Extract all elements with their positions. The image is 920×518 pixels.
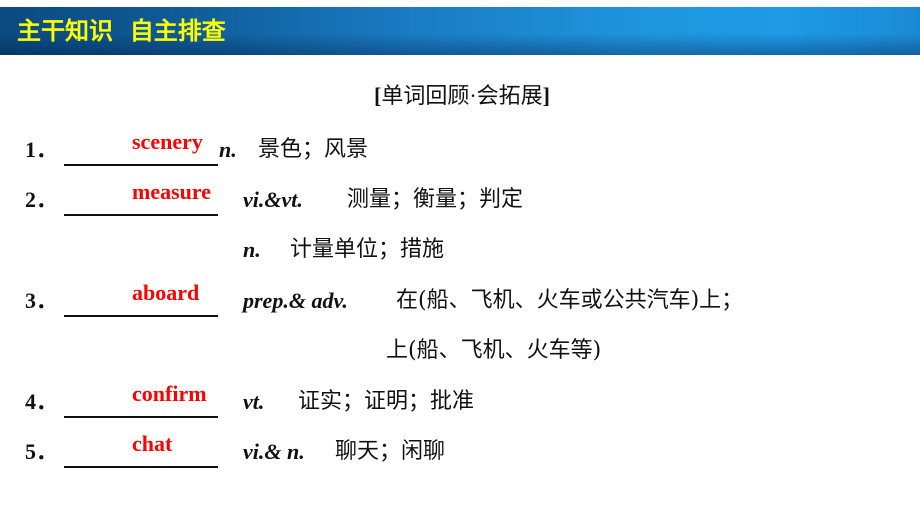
- definition: 测量；衡量；判定: [347, 187, 524, 212]
- answer-word: chat: [132, 431, 173, 456]
- part-of-speech: vi.&vt.: [243, 187, 303, 212]
- part-of-speech: n.: [243, 237, 261, 262]
- bracket-close: ]: [542, 83, 550, 108]
- definition: 证实；证明；批准: [298, 389, 475, 414]
- item-number: 5．: [25, 439, 59, 464]
- vocab-item-1: 1． scenery n. 景色；风景: [0, 128, 920, 168]
- answer-blank: confirm: [64, 381, 218, 418]
- definition: 景色；风景: [258, 137, 369, 162]
- answer-blank: scenery: [64, 129, 218, 166]
- vocab-item-3: 3． aboard prep.& adv. 在(船、飞机、火车或公共汽车)上；: [0, 279, 920, 319]
- item-number: 3．: [25, 288, 59, 313]
- answer-word: aboard: [132, 280, 200, 305]
- answer-blank: aboard: [64, 280, 218, 317]
- part-of-speech: vi.& n.: [243, 439, 305, 464]
- header-title: 主干知识 自主排查: [17, 17, 226, 45]
- definition: 计量单位；措施: [290, 237, 445, 262]
- definition-continuation: 上(船、飞机、火车等): [386, 338, 602, 363]
- item-number: 2．: [25, 187, 59, 212]
- vocab-item-4: 4． confirm vt. 证实；证明；批准: [0, 380, 920, 420]
- section-heading: [单词回顾·会拓展]: [0, 78, 920, 114]
- vocab-item-5: 5． chat vi.& n. 聊天；闲聊: [0, 430, 920, 470]
- part-of-speech: prep.& adv.: [243, 288, 348, 313]
- vocab-item-3-continuation: 上(船、飞机、火车等): [0, 329, 920, 369]
- answer-word: measure: [132, 179, 212, 204]
- definition: 在(船、飞机、火车或公共汽车)上；: [396, 288, 744, 313]
- answer-word: scenery: [132, 129, 203, 154]
- item-number: 4．: [25, 389, 59, 414]
- item-number: 1．: [25, 137, 59, 162]
- answer-blank: chat: [64, 431, 218, 468]
- answer-word: confirm: [132, 381, 207, 406]
- part-of-speech: vt.: [243, 389, 265, 414]
- vocab-item-2: 2． measure vi.&vt. 测量；衡量；判定: [0, 178, 920, 218]
- definition: 聊天；闲聊: [335, 439, 446, 464]
- answer-blank: measure: [64, 179, 218, 216]
- vocab-item-2-sense-2: n. 计量单位；措施: [0, 228, 920, 268]
- section-heading-text: 单词回顾·会拓展: [381, 83, 543, 108]
- part-of-speech: n.: [219, 137, 237, 162]
